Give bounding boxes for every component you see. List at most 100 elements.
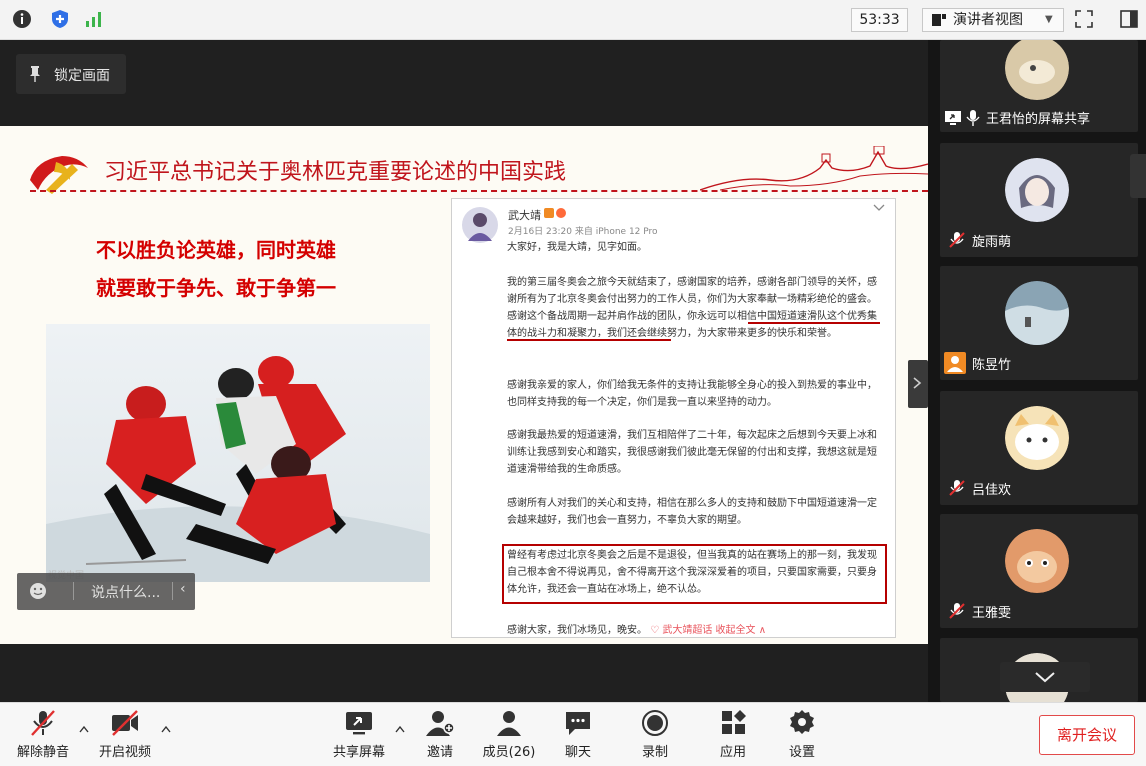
pin-icon [30,66,40,82]
highlight-underline [507,339,671,341]
record-icon [642,710,668,736]
speaker-view-icon [932,14,946,26]
author-avatar [462,207,498,243]
title-divider [30,190,928,192]
chat-button[interactable]: 聊天 [556,709,600,763]
fullscreen-icon[interactable] [1074,9,1094,29]
shared-screen-stage: 锁定画面 习近平总书记关于奥林匹克重要论述的中国实践 不以胜负论英雄，同时英雄 … [0,40,928,702]
meeting-timer: 53:33 [851,8,908,32]
topic-link[interactable]: ♡ 武大靖超话 收起全文 ∧ [650,625,766,636]
add-user-icon [426,711,455,736]
meeting-window: 53:33 演讲者视图 ▼ 锁定画面 习近平总书记关于奥林匹克重要论述的中国实践… [0,0,1146,766]
participant-panel-toggle[interactable] [908,360,928,408]
post-paragraph: 感谢我亲爱的家人，你们给我无条件的支持让我能够全身心的投入到热爱的事业中，也同样… [507,380,877,408]
comment-input[interactable]: 说点什么... [91,582,160,602]
mic-muted-icon [949,603,965,619]
participant-tile[interactable]: 吕佳欢 [940,391,1138,505]
participant-tile[interactable]: 陈昱竹 [940,266,1138,380]
participant-name: 王君怡的屏幕共享 [986,112,1091,127]
post-paragraph: 我的第三届冬奥会之旅今天就结束了，感谢国家的培养，感谢各部门领导的关怀，感谢所有… [507,277,877,339]
participant-tile[interactable]: 王君怡的屏幕共享 [940,40,1138,132]
members-button[interactable]: 成员(26) [478,709,540,763]
chat-icon [566,712,590,735]
record-button[interactable]: 录制 [633,709,677,763]
post-closing-text: 感谢大家，我们冰场见，晚安。 [507,625,647,636]
apps-label: 应用 [719,745,746,760]
settings-button[interactable]: 设置 [780,709,824,763]
chevron-down-icon[interactable] [872,203,886,213]
unmute-label: 解除静音 [16,745,69,760]
slogan-line-1: 不以胜负论英雄，同时英雄 [96,238,336,262]
mic-muted-icon [31,710,55,736]
shield-icon[interactable] [50,9,70,29]
post-closing: 感谢大家，我们冰场见，晚安。 ♡ 武大靖超话 收起全文 ∧ [507,621,766,636]
members-label: 成员(26) [482,745,536,760]
microphone-icon [966,110,980,126]
chevron-down-icon: ▼ [1045,14,1053,25]
participant-avatar [1005,529,1069,593]
view-mode-label: 演讲者视图 [953,12,1023,28]
participant-tile[interactable]: 王雅雯 [940,514,1138,628]
invite-button[interactable]: 邀请 [418,709,462,763]
lock-view-button[interactable]: 锁定画面 [16,54,126,94]
leave-meeting-button[interactable]: 离开会议 [1039,715,1135,755]
record-label: 录制 [641,745,668,760]
participant-avatar [1005,281,1069,345]
slide-title: 习近平总书记关于奥林匹克重要论述的中国实践 [104,160,567,185]
post-meta: 2月16日 23:20 来自 iPhone 12 Pro [508,227,658,237]
chat-label: 聊天 [564,745,591,760]
chevron-down-icon [1035,672,1055,683]
presentation-slide: 习近平总书记关于奥林匹克重要论述的中国实践 不以胜负论英雄，同时英雄 就要敢于争… [0,126,928,644]
scroll-participants-down[interactable] [1000,662,1090,692]
unmute-button[interactable]: 解除静音 [12,709,74,763]
meeting-toolbar: 解除静音 开启视频 共享屏幕 邀请 成员(26) 聊天 录制 应用 设置 离开会… [0,702,1146,766]
participant-avatar [1005,40,1069,100]
weibo-post-card: 武大靖 2月16日 23:20 来自 iPhone 12 Pro 大家好，我是大… [451,198,896,638]
participant-avatar [1005,158,1069,222]
great-wall-illustration [700,146,928,191]
participant-name: 陈昱竹 [972,358,1012,373]
chevron-up-icon[interactable] [78,725,90,733]
author-name[interactable]: 武大靖 [508,207,541,223]
apps-button[interactable]: 应用 [711,709,755,763]
emoji-icon[interactable] [29,582,47,600]
comment-bar[interactable]: 说点什么... ‹ [17,573,195,610]
share-screen-label: 共享屏幕 [332,745,385,760]
user-avatar-icon [944,352,966,374]
post-paragraph: 大家好，我是大靖，见字如面。 [507,242,647,253]
top-bar: 53:33 演讲者视图 ▼ [0,0,1146,40]
lock-view-label: 锁定画面 [54,68,110,84]
start-video-label: 开启视频 [98,745,151,760]
start-video-button[interactable]: 开启视频 [92,709,158,763]
participant-tile[interactable]: 旋雨萌 [940,143,1138,257]
video-off-icon [112,710,138,736]
share-screen-button[interactable]: 共享屏幕 [328,709,390,763]
gear-icon [790,710,814,734]
side-panel-icon[interactable] [1119,9,1139,29]
mic-muted-icon [949,480,965,496]
chevron-up-icon[interactable] [160,725,172,733]
members-icon [497,711,521,736]
apps-icon [722,710,746,734]
post-paragraph: 感谢所有人对我们的关心和支持，相信在那么多人的支持和鼓励下中国短道速滑一定会越来… [507,498,877,526]
screen-share-icon [945,111,961,125]
post-paragraph: 感谢我最热爱的短道速滑，我们互相陪伴了二十年，每次起床之后想到今天要上冰和训练让… [507,430,877,475]
speed-skating-photo [46,324,430,582]
participant-name: 王雅雯 [972,606,1012,621]
settings-label: 设置 [788,745,815,760]
view-mode-dropdown[interactable]: 演讲者视图 ▼ [922,8,1064,32]
highlight-underline [748,322,880,324]
invite-label: 邀请 [426,745,453,760]
chevron-left-icon[interactable]: ‹ [180,581,186,597]
chevron-up-icon[interactable] [394,725,406,733]
side-tab-handle[interactable] [1130,154,1146,198]
verified-badge-icon [544,208,566,218]
participant-avatar [1005,406,1069,470]
divider [73,582,74,600]
info-icon[interactable] [12,9,32,29]
signal-icon[interactable] [84,9,104,29]
chevron-right-icon [913,377,922,389]
mic-muted-icon [949,232,965,248]
participant-name: 旋雨萌 [972,235,1012,250]
participant-list: 王君怡的屏幕共享 旋雨萌 陈昱竹 吕佳欢 王雅雯 [928,40,1146,702]
